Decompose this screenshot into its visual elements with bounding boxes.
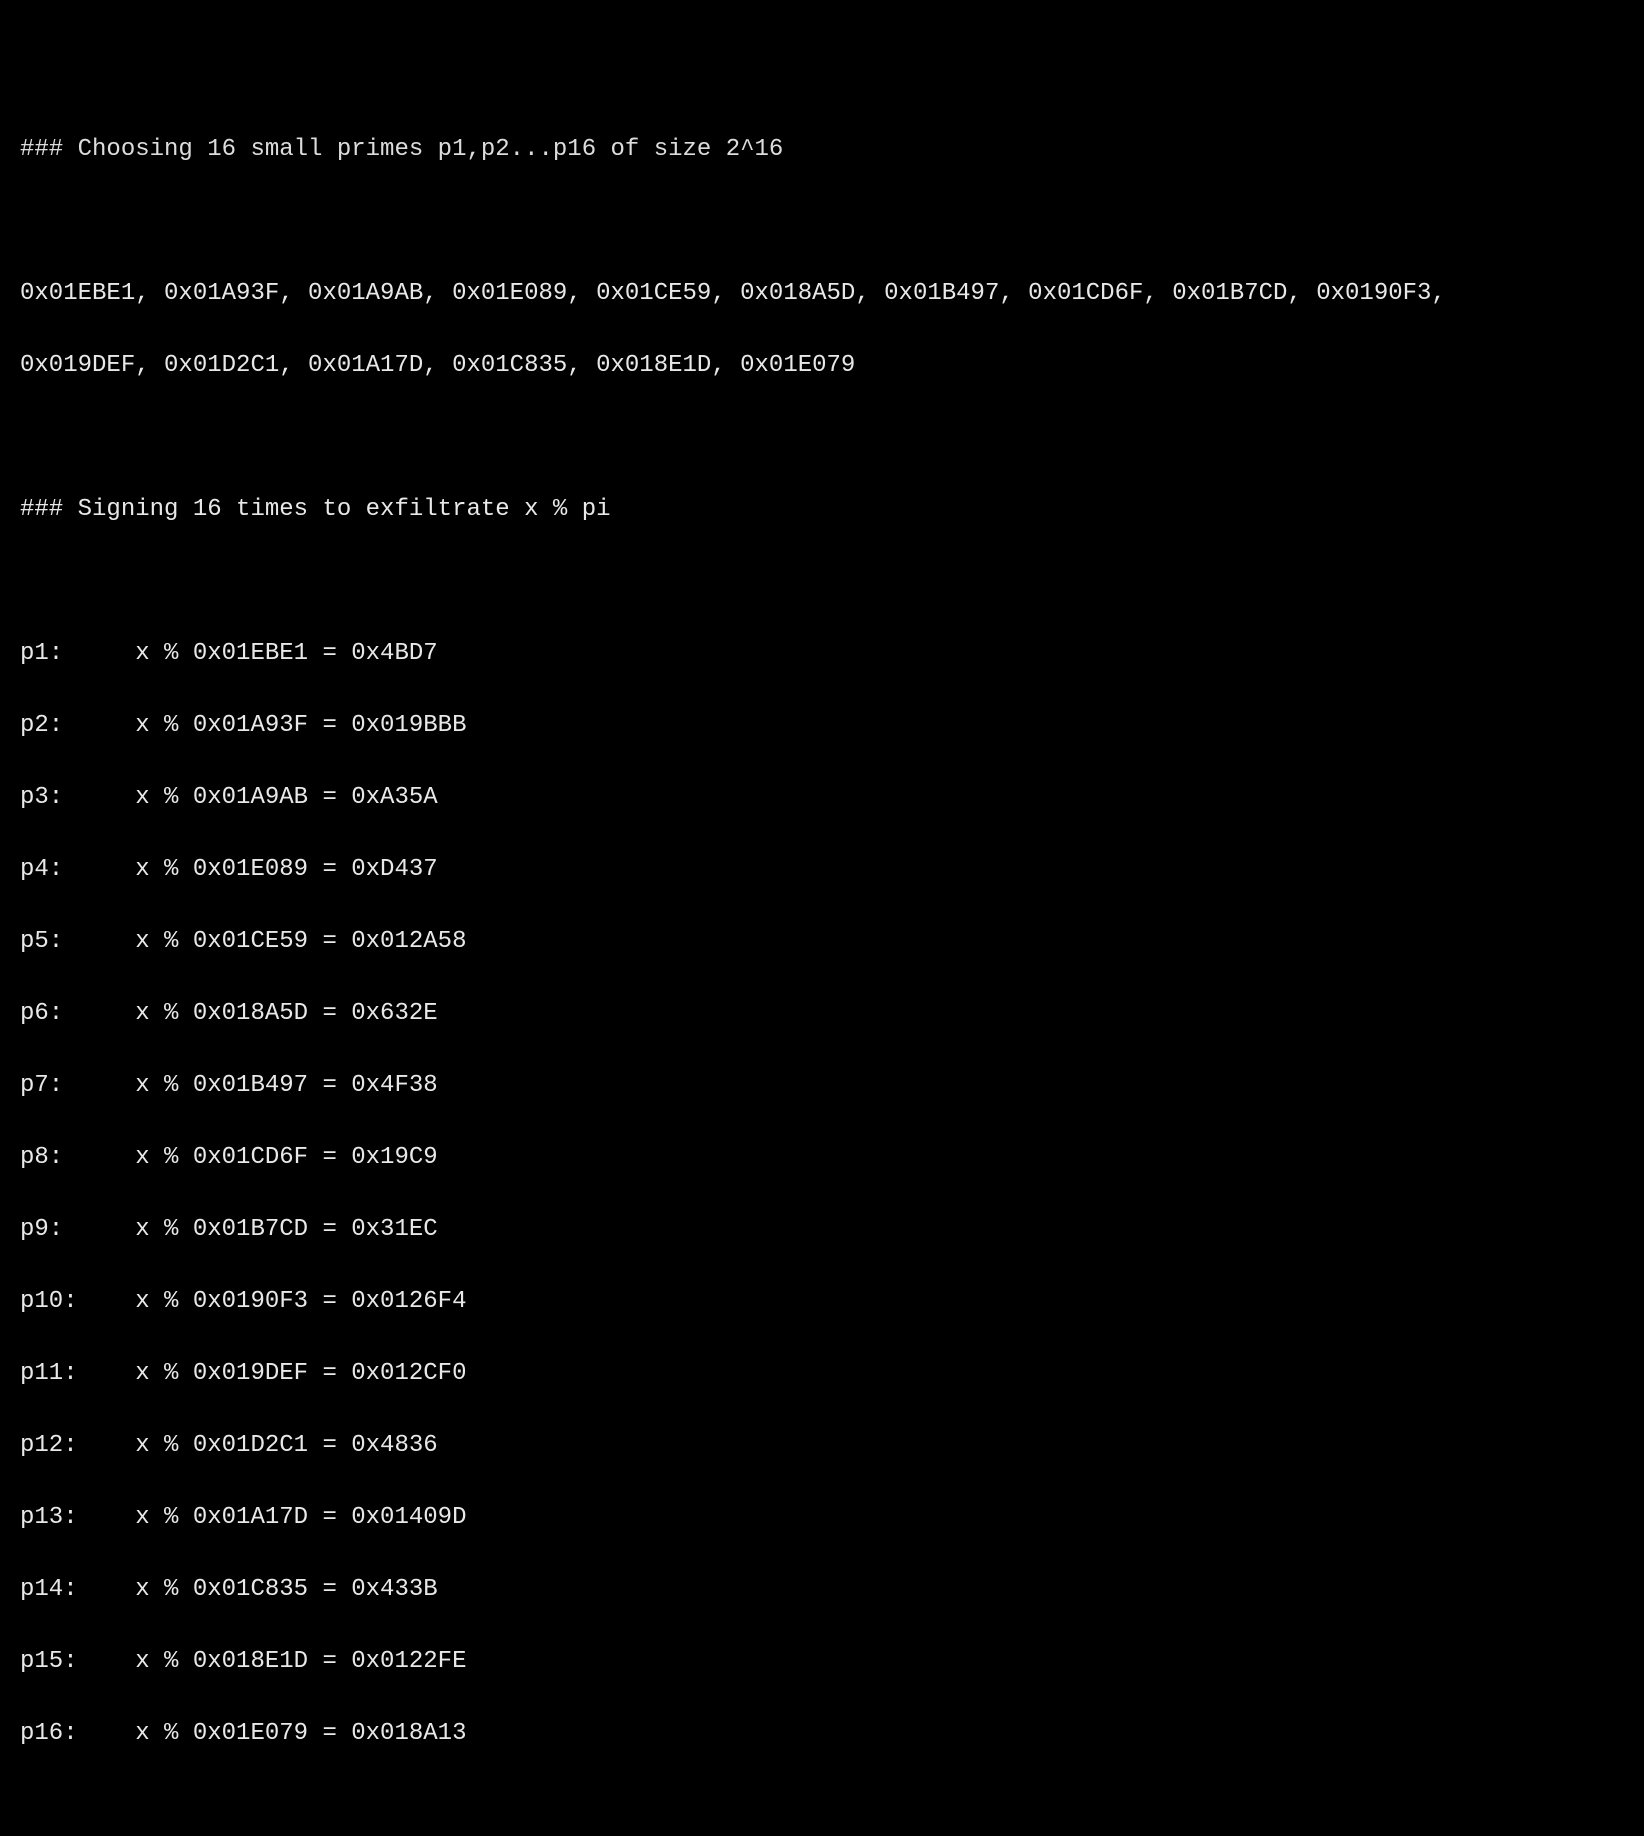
blank-line — [20, 204, 1624, 240]
mod-row: p15: x % 0x018E1D = 0x0122FE — [20, 1644, 1624, 1680]
mod-row: p9: x % 0x01B7CD = 0x31EC — [20, 1212, 1624, 1248]
mod-row: p3: x % 0x01A9AB = 0xA35A — [20, 780, 1624, 816]
blank-line — [20, 1788, 1624, 1824]
primes-list-line2: 0x019DEF, 0x01D2C1, 0x01A17D, 0x01C835, … — [20, 348, 1624, 384]
mod-row: p12: x % 0x01D2C1 = 0x4836 — [20, 1428, 1624, 1464]
mod-row: p7: x % 0x01B497 = 0x4F38 — [20, 1068, 1624, 1104]
mod-row: p10: x % 0x0190F3 = 0x0126F4 — [20, 1284, 1624, 1320]
mod-row: p1: x % 0x01EBE1 = 0x4BD7 — [20, 636, 1624, 672]
mod-row: p11: x % 0x019DEF = 0x012CF0 — [20, 1356, 1624, 1392]
mod-row: p16: x % 0x01E079 = 0x018A13 — [20, 1716, 1624, 1752]
primes-list-line1: 0x01EBE1, 0x01A93F, 0x01A9AB, 0x01E089, … — [20, 276, 1624, 312]
header-signing: ### Signing 16 times to exfiltrate x % p… — [20, 492, 1624, 528]
mod-row: p8: x % 0x01CD6F = 0x19C9 — [20, 1140, 1624, 1176]
blank-line — [20, 564, 1624, 600]
header-choosing-primes: ### Choosing 16 small primes p1,p2...p16… — [20, 132, 1624, 168]
mod-row: p5: x % 0x01CE59 = 0x012A58 — [20, 924, 1624, 960]
blank-line — [20, 420, 1624, 456]
mod-row: p2: x % 0x01A93F = 0x019BBB — [20, 708, 1624, 744]
mod-row: p13: x % 0x01A17D = 0x01409D — [20, 1500, 1624, 1536]
mod-row: p14: x % 0x01C835 = 0x433B — [20, 1572, 1624, 1608]
mod-row: p4: x % 0x01E089 = 0xD437 — [20, 852, 1624, 888]
mod-row: p6: x % 0x018A5D = 0x632E — [20, 996, 1624, 1032]
